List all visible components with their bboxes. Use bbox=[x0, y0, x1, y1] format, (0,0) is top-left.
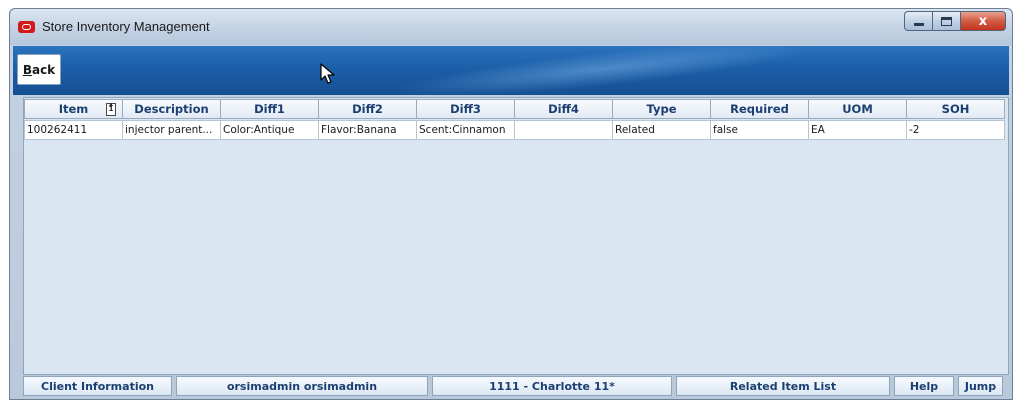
column-header-diff1[interactable]: Diff1 bbox=[221, 99, 319, 119]
jump-button[interactable]: Jump bbox=[958, 376, 1003, 396]
minimize-button[interactable] bbox=[904, 11, 932, 31]
table-row[interactable]: 100262411 injector parent... Color:Antiq… bbox=[24, 120, 1005, 140]
client-information-button[interactable]: Client Information bbox=[23, 376, 172, 396]
back-label: ack bbox=[31, 62, 56, 77]
column-header-diff4[interactable]: Diff4 bbox=[515, 99, 613, 119]
window-title: Store Inventory Management bbox=[42, 19, 210, 34]
column-header-description[interactable]: Description bbox=[123, 99, 221, 119]
cell-diff4 bbox=[515, 120, 613, 140]
sort-ascending-icon[interactable]: 1 bbox=[106, 103, 116, 116]
column-header-label: Diff4 bbox=[548, 102, 579, 116]
column-header-label: Type bbox=[646, 102, 677, 116]
table-header: Item 1 Description Diff1 Diff2 Diff3 Dif… bbox=[24, 99, 1005, 119]
column-header-label: UOM bbox=[842, 102, 873, 116]
window-controls: x bbox=[904, 11, 1006, 33]
column-header-label: SOH bbox=[941, 102, 970, 116]
close-button[interactable]: x bbox=[960, 11, 1006, 31]
column-header-item[interactable]: Item 1 bbox=[24, 99, 123, 119]
column-header-label: Description bbox=[134, 102, 209, 116]
status-bar: Client Information orsimadmin orsimadmin… bbox=[23, 376, 1009, 396]
cell-diff2: Flavor:Banana bbox=[319, 120, 417, 140]
user-name-label: orsimadmin orsimadmin bbox=[176, 376, 428, 396]
cell-uom: EA bbox=[809, 120, 907, 140]
column-header-label: Diff3 bbox=[450, 102, 481, 116]
column-header-soh[interactable]: SOH bbox=[907, 99, 1005, 119]
mouse-pointer-icon bbox=[320, 63, 335, 84]
column-header-label: Item bbox=[58, 102, 89, 116]
cell-description: injector parent... bbox=[123, 120, 221, 140]
cell-soh: -2 bbox=[907, 120, 1005, 140]
maximize-button[interactable] bbox=[932, 11, 960, 31]
column-header-type[interactable]: Type bbox=[613, 99, 711, 119]
column-header-required[interactable]: Required bbox=[711, 99, 809, 119]
column-header-diff2[interactable]: Diff2 bbox=[319, 99, 417, 119]
column-header-label: Required bbox=[730, 102, 789, 116]
store-label: 1111 - Charlotte 11* bbox=[432, 376, 672, 396]
back-accelerator: B bbox=[22, 62, 32, 77]
cell-diff1: Color:Antique bbox=[221, 120, 319, 140]
minimize-icon bbox=[913, 22, 924, 26]
screen-name-label: Related Item List bbox=[676, 376, 890, 396]
column-header-label: Diff2 bbox=[352, 102, 383, 116]
back-button[interactable]: Back bbox=[17, 54, 61, 85]
column-header-diff3[interactable]: Diff3 bbox=[417, 99, 515, 119]
toolbar: Back bbox=[13, 46, 1009, 95]
cell-diff3: Scent:Cinnamon bbox=[417, 120, 515, 140]
column-header-label: Diff1 bbox=[254, 102, 285, 116]
oracle-logo-icon bbox=[18, 21, 35, 33]
related-items-table: Item 1 Description Diff1 Diff2 Diff3 Dif… bbox=[23, 97, 1009, 375]
column-header-uom[interactable]: UOM bbox=[809, 99, 907, 119]
app-window: Store Inventory Management x Back Item 1… bbox=[9, 8, 1013, 400]
cell-type: Related bbox=[613, 120, 711, 140]
help-button[interactable]: Help bbox=[894, 376, 954, 396]
title-bar[interactable]: Store Inventory Management x bbox=[10, 9, 1012, 45]
maximize-icon bbox=[941, 16, 952, 26]
cell-required: false bbox=[711, 120, 809, 140]
cell-item: 100262411 bbox=[24, 120, 123, 140]
close-icon: x bbox=[978, 13, 988, 29]
